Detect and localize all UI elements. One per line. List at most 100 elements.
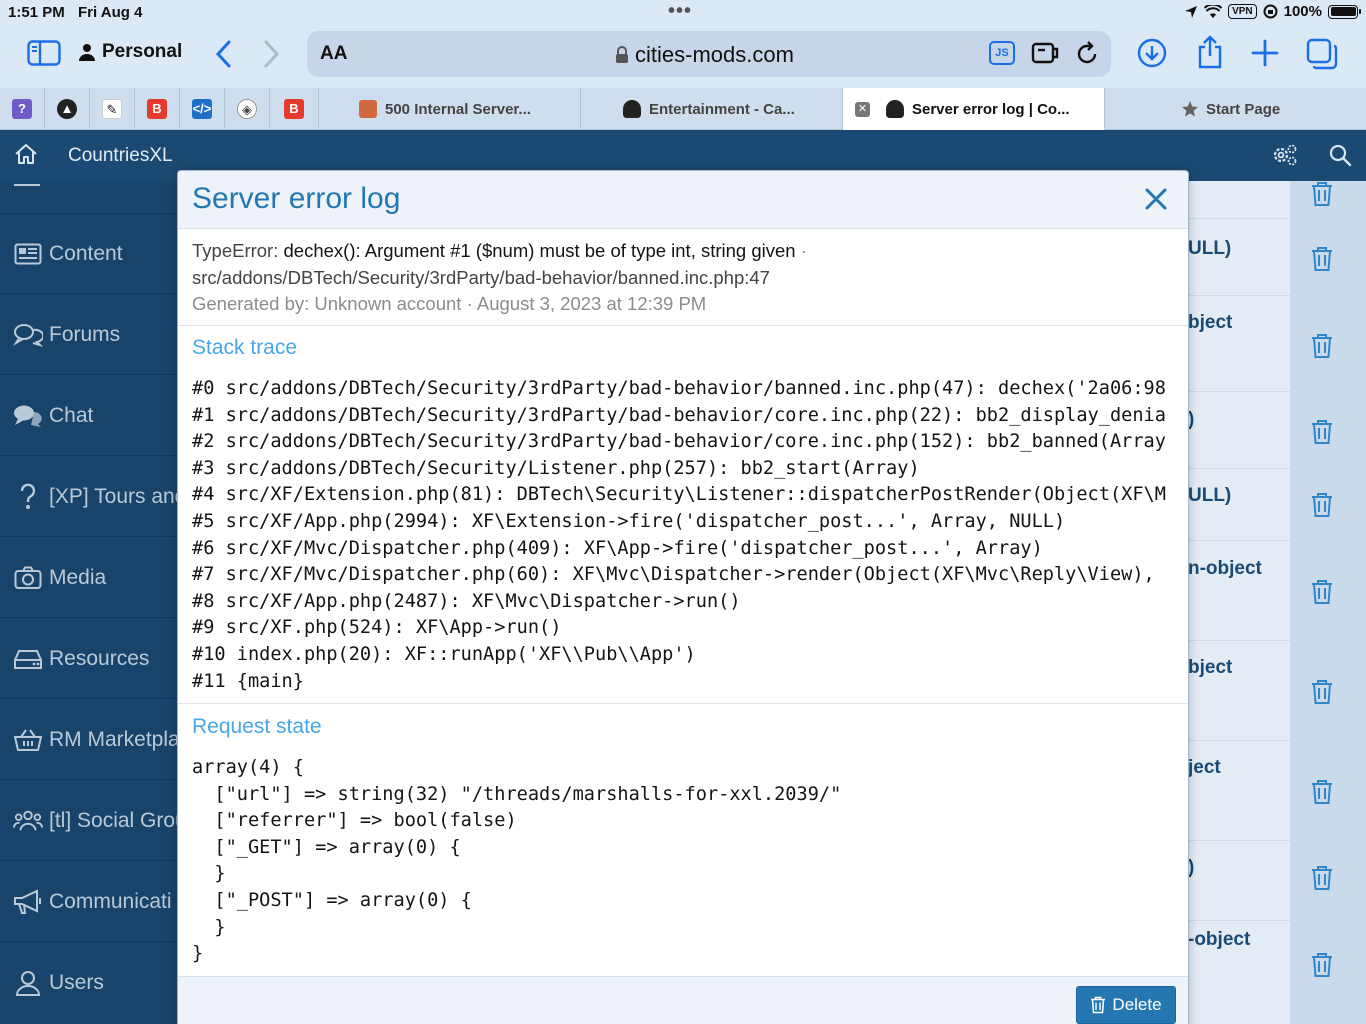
- trash-icon[interactable]: [1310, 492, 1334, 518]
- error-line: TypeError: dechex(): Argument #1 ($num) …: [192, 238, 1176, 265]
- trash-icon[interactable]: [1310, 679, 1334, 705]
- trash-icon[interactable]: [1310, 181, 1334, 207]
- status-date: Fri Aug 4: [78, 4, 143, 21]
- close-icon[interactable]: [1142, 185, 1170, 213]
- sidebar-item-resources[interactable]: Resources: [0, 619, 178, 699]
- chevron-left-icon: [215, 40, 231, 68]
- downloads-icon[interactable]: [1137, 38, 1167, 68]
- pinned-tab-5[interactable]: </>: [180, 88, 225, 130]
- tab-500-internal[interactable]: 500 Internal Server...: [319, 88, 581, 130]
- pinned-tab-6[interactable]: ◈: [225, 88, 270, 130]
- delete-button[interactable]: Delete: [1076, 986, 1176, 1024]
- chevron-right-icon: [264, 40, 280, 68]
- sidebar-item-chat[interactable]: Chat: [0, 376, 178, 456]
- back-button[interactable]: [214, 40, 232, 68]
- error-summary: TypeError: dechex(): Argument #1 ($num) …: [178, 229, 1188, 326]
- tab-start-page[interactable]: Start Page: [1105, 88, 1366, 130]
- pinned-favicon-icon: B: [147, 99, 167, 119]
- dialog-header: Server error log: [178, 171, 1188, 229]
- sidebar-item-label: [tl] Social Grou: [49, 808, 178, 832]
- sidebar-item-partial[interactable]: [0, 181, 178, 214]
- comments-icon: [13, 320, 43, 350]
- site-name[interactable]: CountriesXL: [68, 145, 173, 167]
- browser-toolbar: Personal AA cities-mods.com JS: [0, 28, 1366, 88]
- dialog-footer: Delete: [178, 976, 1188, 1024]
- pinned-tab-1[interactable]: ?: [0, 88, 45, 130]
- sidebar-item-label: Users: [49, 971, 104, 994]
- address-bar[interactable]: AA cities-mods.com JS: [307, 31, 1111, 77]
- delete-label: Delete: [1112, 995, 1162, 1014]
- js-extension-button[interactable]: JS: [989, 41, 1015, 65]
- tab-bar: ? ▲ ✎ B </> ◈ B 500 Internal Server... E…: [0, 88, 1366, 130]
- server-error-dialog: Server error log TypeError: dechex(): Ar…: [177, 170, 1189, 1024]
- forward-button[interactable]: [263, 40, 281, 68]
- lock-icon: [616, 46, 628, 63]
- sidebar-item-marketplace[interactable]: RM Marketpla: [0, 700, 178, 780]
- sidebar-item-communication[interactable]: Communicati: [0, 862, 178, 942]
- camera-icon: [13, 563, 43, 593]
- basket-icon: [13, 725, 43, 755]
- sidebar-item-content[interactable]: Content: [0, 214, 178, 294]
- stack-trace-heading: Stack trace: [192, 336, 298, 359]
- sidebar-item-label: [XP] Tours and: [49, 484, 178, 508]
- tab-favicon-icon: [623, 100, 641, 118]
- trash-icon[interactable]: [1310, 779, 1334, 805]
- trash-icon[interactable]: [1310, 246, 1334, 272]
- home-icon[interactable]: [14, 143, 38, 170]
- tab-favicon-icon: [359, 100, 377, 118]
- tab-close-icon[interactable]: ✕: [855, 101, 870, 117]
- sidebar-toggle-icon[interactable]: [27, 40, 61, 66]
- extension-icon[interactable]: [1031, 40, 1059, 66]
- sidebar-item-media[interactable]: Media: [0, 538, 178, 618]
- text-size-button[interactable]: AA: [320, 43, 347, 65]
- search-icon[interactable]: [1328, 143, 1352, 172]
- trash-icon[interactable]: [1310, 419, 1334, 445]
- trash-icon[interactable]: [1310, 579, 1334, 605]
- sidebar-item-label: Media: [49, 565, 107, 589]
- share-icon[interactable]: [1196, 35, 1224, 69]
- chat-icon: [13, 401, 43, 431]
- request-state: array(4) { ["url"] => string(32) "/threa…: [192, 755, 841, 968]
- admin-sidebar: Content Forums Chat [XP] Tours and Media…: [0, 181, 178, 1024]
- list-item-text: -object: [1188, 929, 1251, 950]
- pinned-tab-2[interactable]: ▲: [45, 88, 90, 130]
- error-message: dechex(): Argument #1 ($num) must be of …: [283, 240, 796, 261]
- profile-switcher[interactable]: Personal: [78, 41, 182, 63]
- sidebar-item-label: Chat: [49, 403, 94, 427]
- code-line: #1 src/addons/DBTech/Security/3rdParty/b…: [192, 404, 1166, 426]
- tab-server-error-log[interactable]: ✕ Server error log | Co...: [843, 88, 1105, 130]
- code-line: #4 src/XF/Extension.php(81): DBTech\Secu…: [192, 484, 1166, 506]
- tab-entertainment[interactable]: Entertainment - Ca...: [581, 88, 843, 130]
- code-line: #5 src/XF/App.php(2994): XF\Extension->f…: [192, 510, 1066, 532]
- multitasking-dots[interactable]: •••: [668, 0, 692, 23]
- pinned-tab-3[interactable]: ✎: [90, 88, 135, 130]
- tab-overview-icon[interactable]: [1306, 38, 1338, 70]
- battery-percent: 100%: [1283, 3, 1322, 20]
- error-file: src/addons/DBTech/Security/3rdParty/bad-…: [192, 266, 770, 288]
- battery-icon: [1328, 4, 1361, 19]
- trash-icon[interactable]: [1310, 865, 1334, 891]
- list-item-text: ULL): [1188, 238, 1232, 259]
- trash-icon[interactable]: [1310, 952, 1334, 978]
- trash-icon[interactable]: [1310, 333, 1334, 359]
- tab-favicon-icon: [886, 100, 904, 118]
- pinned-favicon-icon: B: [284, 99, 304, 119]
- admin-settings-icon[interactable]: [1271, 143, 1299, 172]
- url-text: cities-mods.com: [635, 42, 794, 67]
- vpn-badge: VPN: [1228, 4, 1257, 19]
- sidebar-item-social-groups[interactable]: [tl] Social Grou: [0, 781, 178, 861]
- tab-label: Entertainment - Ca...: [649, 100, 795, 118]
- list-item-text: bject: [1188, 657, 1233, 678]
- person-icon: [79, 44, 95, 61]
- pinned-tab-7[interactable]: B: [270, 88, 319, 130]
- sidebar-item-label: RM Marketpla: [49, 727, 178, 751]
- sidebar-item-forums[interactable]: Forums: [0, 295, 178, 375]
- list-item-text: ULL): [1188, 485, 1232, 506]
- code-line: #3 src/addons/DBTech/Security/Listener.p…: [192, 457, 920, 479]
- reload-icon[interactable]: [1075, 40, 1099, 66]
- pinned-tab-4[interactable]: B: [135, 88, 180, 130]
- new-tab-icon[interactable]: [1251, 39, 1279, 67]
- sidebar-item-users[interactable]: Users: [0, 943, 178, 1023]
- wifi-icon: [1204, 4, 1223, 18]
- sidebar-item-tours[interactable]: [XP] Tours and: [0, 457, 178, 537]
